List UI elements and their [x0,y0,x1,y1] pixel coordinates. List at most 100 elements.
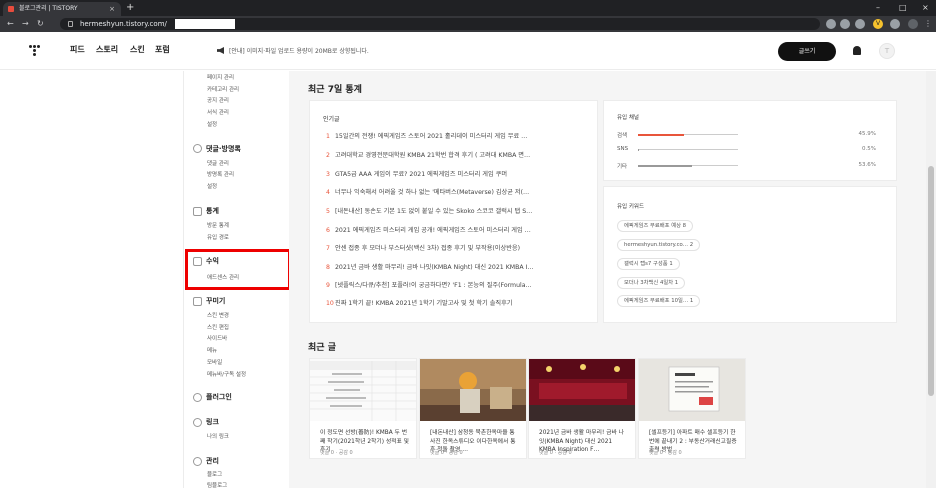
extensions-puzzle-icon[interactable] [890,19,900,29]
tistory-favicon-icon [8,6,14,12]
plugin-icon [193,393,202,402]
avatar[interactable]: T [879,43,895,59]
browser-toolbar: ← → ↻ hermeshyun.tistory.com/ V ⋮ [0,16,936,32]
browser-menu-icon[interactable]: ⋮ [924,18,932,30]
popular-post-1[interactable]: 1 15일간의 전쟁! 에픽게임즈 스토어 2021 홀리데이 미스터리 게임 무… [326,131,574,140]
sidebar-item-menubar[interactable]: 메뉴바/구독 설정 [207,370,246,378]
browser-tab[interactable]: 블로그관리 | TISTORY × [3,2,121,16]
sidebar-item-menu[interactable]: 메뉴 [207,346,217,354]
decorate-icon [193,297,202,306]
inflow-title: 유입 채널 [617,115,639,121]
recent-post-card[interactable]: [내돈내산] 삼청동 북촌한옥마을 통사진 한옥스튜디오 이다한옥에서 통후 첫… [419,358,527,459]
keyword-chip[interactable]: 에픽게임즈 무료배포 10일… 1 [617,295,701,307]
keyword-chip[interactable]: 모더나 3차백신 4일차 1 [617,277,686,289]
inflow-label-sns: SNS [617,146,629,152]
sidebar-head-link[interactable]: 링크 [206,417,219,427]
sidebar-item-skin-change[interactable]: 스킨 변경 [207,311,229,319]
sidebar-item-templates[interactable]: 서식 관리 [207,108,229,116]
maximize-icon[interactable]: □ [899,0,907,15]
popular-post-9[interactable]: 9 [넷플릭스/다큐/추천] 포플러!이 궁금하다면? 'F1 : 본능의 질주(… [326,280,574,289]
lock-icon [68,21,73,27]
address-bar[interactable]: hermeshyun.tistory.com/ [60,18,820,30]
recent-post-card[interactable]: 2021년 금바 생활 마무리! 금바 나잇(KMBA Night) 대신 20… [528,358,636,459]
sidebar-head-stats[interactable]: 통계 [206,206,219,216]
popular-post-10[interactable]: 10진짜 1학기 끝! KMBA 2021년 1학기 기말고사 및 첫 학기 솔… [326,298,574,307]
keyword-chip[interactable]: 갤럭시 탭s7 구성품 1 [617,258,680,270]
top-navigation: 피드 스토리 스킨 포럼 [안내] 이미지·파일 업로드 용량이 20MB로 상… [0,32,936,70]
sidebar-item-comment-settings[interactable]: 설정 [207,182,217,190]
comment-icon [193,144,202,153]
write-button[interactable]: 글쓰기 [778,42,836,61]
scrollbar-thumb[interactable] [928,166,934,396]
url-text: hermeshyun.tistory.com/ [80,20,167,28]
sidebar-item-content-settings[interactable]: 설정 [207,120,217,128]
popular-post-2[interactable]: 2 고려대학교 경영전문대학원 KMBA 21학번 합격 후기 ( 고려대 KMB… [326,150,574,159]
popular-post-8[interactable]: 8 2021년 금바 생활 마무리! 금바 나잇(KMBA Night) 대신 2… [326,262,574,271]
sidebar-item-visit-stats[interactable]: 방문 통계 [207,221,229,229]
nav-forum[interactable]: 포럼 [155,44,170,55]
nav-feed[interactable]: 피드 [70,44,85,55]
link-icon [193,418,202,427]
sidebar-item-pages[interactable]: 페이지 관리 [207,73,234,81]
tistory-logo-icon[interactable] [29,45,41,59]
post-thumbnail-event [529,359,635,421]
sidebar-item-comments[interactable]: 댓글 관리 [207,159,229,167]
recent-post-card[interactable]: [셀프등기] 아파트 매수 셀프등기 한 번에 끝내기 2 : 부동산거래신고필… [638,358,746,459]
popular-post-7[interactable]: 7 안센 접종 후 모더나 부스터샷(백신 3차) 접종 후기 및 부작용(이상반… [326,243,574,252]
sidebar-head-comments[interactable]: 댓글·방명록 [206,144,241,154]
sidebar-head-plugin[interactable]: 플러그인 [206,392,232,402]
inflow-bar-search [638,133,738,136]
new-tab-button[interactable]: + [126,1,134,15]
megaphone-icon [217,47,224,54]
revenue-highlight-box [185,249,291,290]
view-icon[interactable] [826,19,836,29]
popular-post-4[interactable]: 4 너무나 익숙해서 어려울 것 하나 없는 '메타버스(Metaverse) 김… [326,187,574,196]
recent-post-card[interactable]: 이 정도면 선방(善防)! KMBA 두 번째 학기(2021학년 2학기) 성… [309,358,417,459]
recent-posts-title: 최근 글 [308,343,336,353]
inflow-pct-sns: 0.5% [862,146,876,152]
popular-title: 인기글 [323,116,340,123]
inflow-pct-etc: 53.6% [858,162,876,168]
stats-chart-icon [193,207,202,216]
popular-post-3[interactable]: 3 GTA5급 AAA 게임이 무료? 2021 에픽게임즈 미스터리 게임 쿠머 [326,169,574,178]
sidebar-item-my-links[interactable]: 나의 링크 [207,432,229,440]
close-window-icon[interactable]: × [922,0,929,15]
sidebar-item-referrer[interactable]: 유입 경로 [207,233,229,241]
popular-post-6[interactable]: 6 2021 에픽게임즈 미스터리 게임 공개! 에픽게임즈 스토어 미스터리 게… [326,225,574,234]
post-thumbnail-table [310,359,416,421]
back-icon[interactable]: ← [7,18,14,30]
settings-gear-icon [193,457,202,466]
sidebar-item-categories[interactable]: 카테고리 관리 [207,85,239,93]
page-scrollbar[interactable] [926,71,936,488]
sidebar-item-sidebar[interactable]: 사이드바 [207,334,227,342]
tab-close-icon[interactable]: × [109,2,115,16]
sidebar-item-skin-edit[interactable]: 스킨 편집 [207,323,229,331]
keywords-title: 유입 키워드 [617,204,645,210]
minimize-icon[interactable]: – [876,0,880,15]
browser-tab-strip: 블로그관리 | TISTORY × + – □ × [0,0,936,16]
post-meta: 댓글 0 · 공감 0 [539,450,572,456]
extension-v-icon[interactable]: V [873,19,883,29]
post-meta: 댓글 0 · 공감 0 [320,450,353,456]
popular-post-5[interactable]: 5 [내돈내산] 동손도 기본 1도 없이 붙일 수 있는 Skoko 스코코 갤… [326,206,574,215]
inflow-pct-search: 45.9% [858,131,876,137]
sidebar-item-mobile[interactable]: 모바일 [207,358,222,366]
reload-icon[interactable]: ↻ [37,18,44,30]
sidebar-head-decorate[interactable]: 꾸미기 [206,296,225,306]
keyword-chip[interactable]: hermeshyun.tistory.co… 2 [617,239,701,251]
keyword-chip[interactable]: 에픽게임즈 무료배포 예상 8 [617,220,694,232]
post-thumbnail-photo [420,359,526,421]
sidebar-item-notices[interactable]: 공지 관리 [207,96,229,104]
sidebar-item-guestbook[interactable]: 방명록 관리 [207,170,234,178]
sidebar-item-blog[interactable]: 블로그 [207,470,222,478]
bookmark-star-icon[interactable] [855,19,865,29]
share-icon[interactable] [840,19,850,29]
nav-skin[interactable]: 스킨 [130,44,145,55]
sidebar-head-manage[interactable]: 관리 [206,456,219,466]
inflow-bar-etc [638,164,738,167]
forward-icon[interactable]: → [22,18,29,30]
notice-text[interactable]: [안내] 이미지·파일 업로드 용량이 20MB로 상향됩니다. [229,46,369,55]
profile-icon[interactable] [908,19,918,29]
nav-story[interactable]: 스토리 [96,44,118,55]
notification-bell-icon[interactable] [853,46,861,55]
